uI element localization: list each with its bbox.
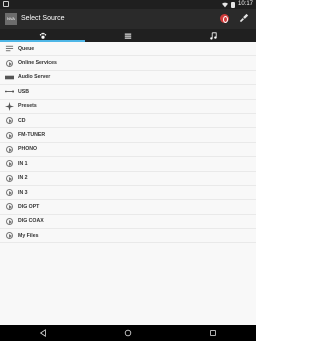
list-item-cd[interactable]: CD (0, 114, 256, 129)
list-item-label: Queue (18, 45, 35, 52)
tab-now-playing[interactable] (171, 29, 256, 42)
app-logo: NVA (5, 13, 17, 25)
tab-sources[interactable] (0, 29, 86, 42)
list-item-in-2[interactable]: IN 2 (0, 172, 256, 186)
play-circle-icon (5, 231, 14, 240)
list-item-online-services[interactable]: Online Services (0, 56, 256, 71)
presets-icon (5, 101, 14, 111)
wifi-icon (221, 2, 228, 7)
play-circle-icon (5, 188, 14, 197)
settings-button[interactable] (238, 13, 250, 25)
home-button[interactable] (123, 328, 133, 338)
list-item-dig-coax[interactable]: DIG COAX (0, 215, 256, 230)
list-item-label: Audio Server (18, 74, 51, 81)
list-item-phono[interactable]: PHONO (0, 143, 256, 158)
list-item-label: DIG COAX (18, 218, 44, 225)
play-circle-icon (5, 116, 14, 125)
paw-icon (39, 32, 46, 39)
list-item-label: CD (18, 117, 26, 124)
notification-icon (3, 1, 9, 7)
list-item-presets[interactable]: Presets (0, 100, 256, 114)
list-item-label: DIG OPT (18, 203, 40, 210)
play-circle-icon (5, 159, 14, 168)
back-icon (39, 329, 46, 337)
system-nav-bar (0, 325, 256, 341)
list-item-label: Online Services (18, 60, 57, 67)
play-circle-icon (5, 217, 14, 226)
wrench-icon (239, 13, 249, 23)
play-circle-icon (5, 202, 14, 211)
clock: 10:17 (237, 1, 253, 7)
queue-icon (5, 44, 14, 53)
list-item-label: FM-TUNER (18, 132, 46, 139)
list-item-fm-tuner[interactable]: FM-TUNER (0, 128, 256, 143)
list-item-label: Presets (18, 103, 37, 110)
power-button[interactable] (220, 14, 229, 23)
list-item-queue[interactable]: Queue (0, 42, 256, 57)
list-item-my-files[interactable]: My Files (0, 229, 256, 244)
tab-bar (0, 29, 256, 42)
play-circle-icon (5, 145, 14, 154)
list-item-in-1[interactable]: IN 1 (0, 157, 256, 172)
list-item-dig-opt[interactable]: DIG OPT (0, 200, 256, 215)
list-item-usb[interactable]: USB (0, 85, 256, 100)
status-bar: 10:17 (0, 0, 256, 9)
back-button[interactable] (38, 328, 48, 338)
page-title: Select Source (21, 15, 65, 22)
recents-button[interactable] (208, 328, 218, 338)
play-circle-icon (5, 131, 14, 140)
play-circle-icon (5, 59, 14, 68)
home-icon (124, 329, 132, 337)
play-circle-icon (5, 174, 14, 183)
list-item-label: PHONO (18, 146, 38, 153)
tab-list[interactable] (85, 29, 170, 42)
status-icons: 10:17 (221, 0, 253, 9)
server-icon (5, 73, 14, 82)
battery-icon (230, 1, 235, 8)
list-item-in-3[interactable]: IN 3 (0, 186, 256, 201)
recents-icon (210, 330, 217, 336)
list-item-label: IN 3 (18, 189, 28, 196)
usb-icon (5, 87, 14, 96)
list-item-label: IN 2 (18, 175, 28, 182)
list-item-label: IN 1 (18, 160, 28, 167)
source-list: Queue Online Services Audio Server USB P… (0, 42, 256, 244)
list-item-audio-server[interactable]: Audio Server (0, 71, 256, 86)
music-note-icon (210, 31, 217, 40)
app-bar: NVA Select Source (0, 9, 256, 29)
list-icon (124, 33, 132, 39)
list-item-label: USB (18, 88, 29, 95)
list-item-label: My Files (18, 232, 39, 239)
